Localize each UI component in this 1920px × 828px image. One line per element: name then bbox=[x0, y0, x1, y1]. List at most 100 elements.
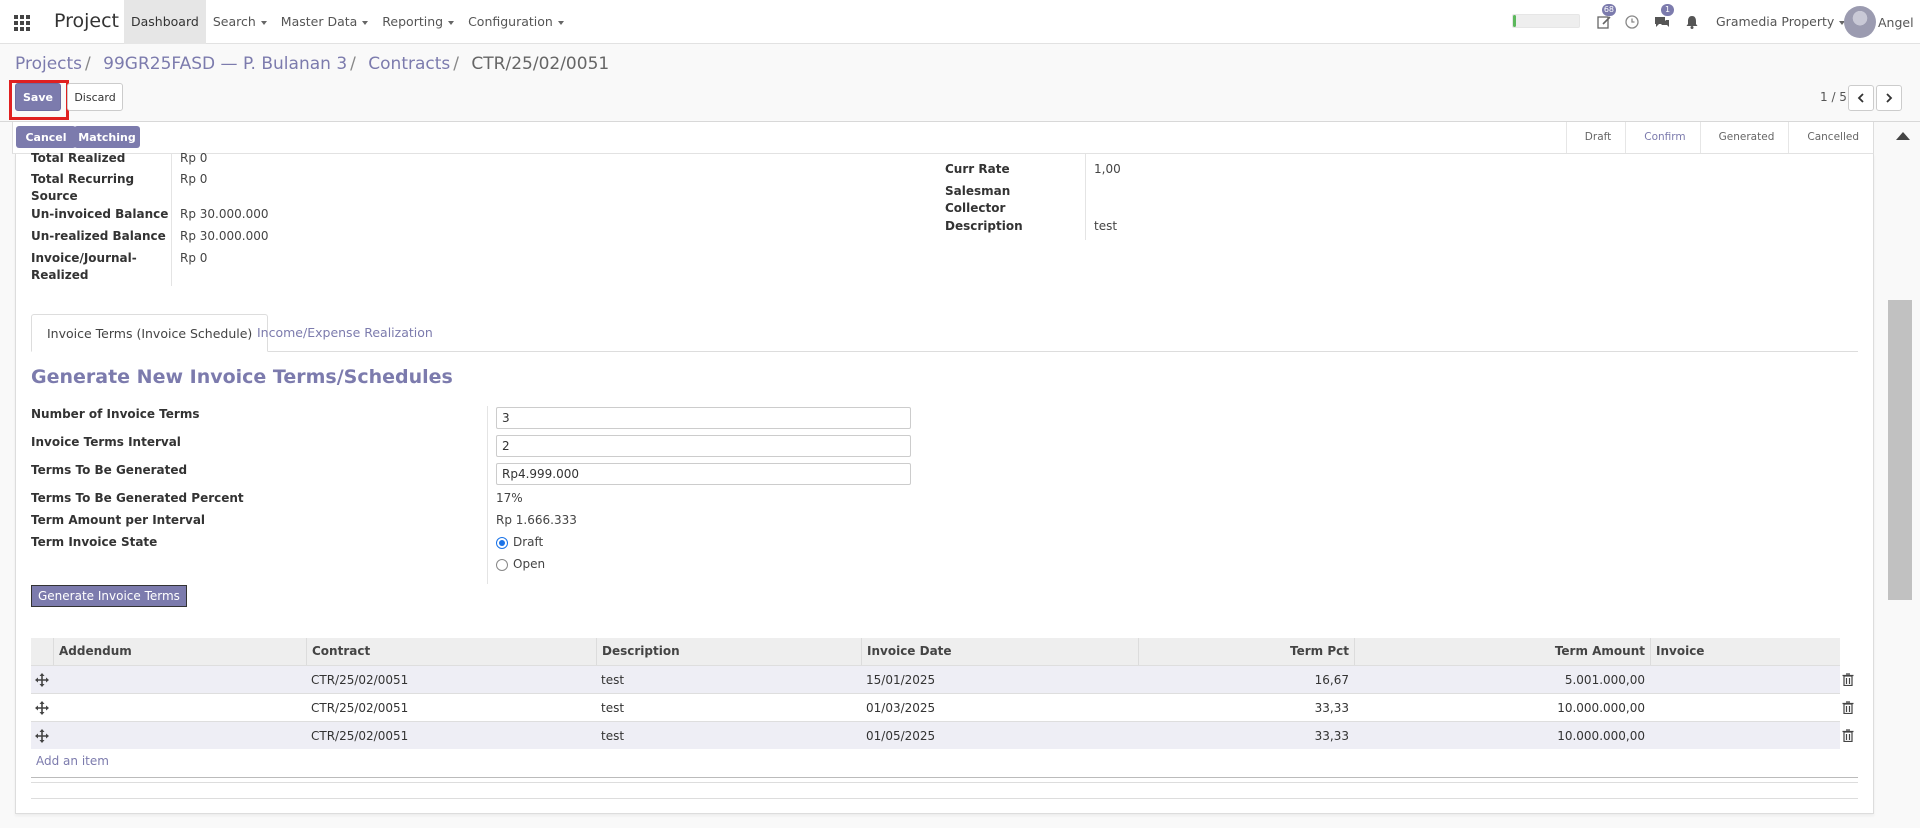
cell-addendum bbox=[53, 694, 63, 722]
curr-rate-label: Curr Rate bbox=[945, 162, 1010, 176]
state-open-label[interactable]: Open bbox=[513, 556, 545, 573]
table-footer-line bbox=[31, 798, 1858, 799]
breadcrumb-current: CTR/25/02/0051 bbox=[471, 54, 610, 74]
breadcrumb-projects[interactable]: Projects bbox=[15, 54, 82, 74]
caret-down-icon bbox=[448, 20, 455, 25]
description-label: Description bbox=[945, 219, 1023, 233]
discard-button[interactable]: Discard bbox=[67, 83, 123, 111]
company-switcher[interactable]: Gramedia Property bbox=[1716, 14, 1846, 29]
scrollbar-thumb[interactable] bbox=[1888, 300, 1912, 600]
breadcrumb-project[interactable]: 99GR25FASD — P. Bulanan 3 bbox=[103, 54, 347, 74]
bell-icon[interactable] bbox=[1684, 14, 1700, 30]
caret-down-icon bbox=[260, 20, 267, 25]
cell-contract: CTR/25/02/0051 bbox=[311, 729, 409, 743]
cell-description: test bbox=[601, 673, 625, 687]
table-footer-line bbox=[31, 777, 1858, 778]
trash-icon[interactable] bbox=[1842, 701, 1854, 714]
uninvoiced-balance-value: Rp 30.000.000 bbox=[180, 207, 269, 221]
menu-reporting[interactable]: Reporting bbox=[375, 0, 461, 44]
activity-badge: 68 bbox=[1601, 4, 1616, 16]
clock-icon[interactable] bbox=[1624, 14, 1640, 30]
scroll-up-arrow-icon[interactable] bbox=[1896, 132, 1910, 140]
drag-handle-icon[interactable] bbox=[35, 701, 49, 715]
cell-invoice-date: 01/03/2025 bbox=[866, 701, 936, 715]
header-term-pct[interactable]: Term Pct bbox=[1138, 638, 1354, 665]
menu-search[interactable]: Search bbox=[206, 0, 274, 44]
header-invoice[interactable]: Invoice bbox=[1650, 638, 1840, 665]
cell-term-pct: 33,33 bbox=[1314, 729, 1349, 743]
status-bar: Cancel Matching Draft Confirm Generated … bbox=[12, 122, 1874, 154]
invoice-terms-interval-input[interactable] bbox=[496, 435, 911, 457]
cell-term-amount: 10.000.000,00 bbox=[1557, 701, 1645, 715]
number-of-invoice-terms-input[interactable] bbox=[496, 407, 911, 429]
cell-term-pct: 33,33 bbox=[1314, 701, 1349, 715]
separator bbox=[171, 154, 172, 286]
cell-invoice bbox=[1650, 666, 1660, 694]
cell-term-amount: 10.000.000,00 bbox=[1557, 729, 1645, 743]
breadcrumb: Projects/ 99GR25FASD — P. Bulanan 3/ Con… bbox=[15, 54, 610, 74]
menu-dashboard[interactable]: Dashboard bbox=[124, 0, 206, 44]
header-contract[interactable]: Contract bbox=[306, 638, 596, 665]
stage-cancelled[interactable]: Cancelled bbox=[1788, 122, 1873, 153]
cancel-button[interactable]: Cancel bbox=[16, 126, 76, 148]
state-draft-label[interactable]: Draft bbox=[513, 534, 543, 551]
tab-income-expense-realization[interactable]: Income/Expense Realization bbox=[242, 314, 448, 352]
breadcrumb-contracts[interactable]: Contracts bbox=[368, 54, 450, 74]
menu-master-data[interactable]: Master Data bbox=[274, 0, 376, 44]
save-highlight-box bbox=[9, 80, 69, 120]
cell-invoice bbox=[1650, 694, 1660, 722]
apps-grid-icon[interactable] bbox=[14, 15, 30, 31]
stage-generated[interactable]: Generated bbox=[1699, 122, 1789, 153]
table-row[interactable]: CTR/25/02/0051 test 01/03/2025 33,33 10.… bbox=[31, 693, 1854, 722]
menu-configuration[interactable]: Configuration bbox=[461, 0, 571, 44]
cell-contract: CTR/25/02/0051 bbox=[311, 673, 409, 687]
user-name[interactable]: Angel bbox=[1878, 15, 1914, 30]
cell-contract: CTR/25/02/0051 bbox=[311, 701, 409, 715]
header-description[interactable]: Description bbox=[596, 638, 861, 665]
trash-icon[interactable] bbox=[1842, 729, 1854, 742]
activity-edit-icon[interactable]: 68 bbox=[1596, 4, 1616, 30]
top-navbar: Project Dashboard Search Master Data Rep… bbox=[0, 0, 1920, 44]
invoice-terms-interval-label: Invoice Terms Interval bbox=[31, 435, 181, 449]
user-avatar[interactable] bbox=[1844, 6, 1876, 38]
cell-addendum bbox=[53, 722, 63, 750]
matching-button[interactable]: Matching bbox=[74, 126, 140, 148]
term-amount-label: Term Amount per Interval bbox=[31, 513, 206, 527]
drag-handle-icon[interactable] bbox=[35, 729, 49, 743]
drag-handle-icon[interactable] bbox=[35, 673, 49, 687]
tab-invoice-terms[interactable]: Invoice Terms (Invoice Schedule) bbox=[31, 314, 269, 352]
pager-previous-button[interactable] bbox=[1848, 85, 1874, 111]
section-title: Generate New Invoice Terms/Schedules bbox=[31, 366, 453, 388]
unrealized-balance-label: Un-realized Balance bbox=[31, 229, 166, 243]
terms-to-be-generated-input[interactable] bbox=[496, 463, 911, 485]
pager-value[interactable]: 1 / 5 bbox=[1820, 90, 1847, 104]
generate-invoice-terms-button[interactable]: Generate Invoice Terms bbox=[31, 585, 187, 607]
total-recurring-source-value: Rp 0 bbox=[180, 172, 208, 186]
control-panel: Projects/ 99GR25FASD — P. Bulanan 3/ Con… bbox=[0, 44, 1920, 122]
messages-badge: 1 bbox=[1661, 4, 1674, 16]
state-open-radio[interactable] bbox=[496, 559, 508, 571]
add-an-item-link[interactable]: Add an item bbox=[36, 754, 109, 768]
number-of-invoice-terms-label: Number of Invoice Terms bbox=[31, 407, 200, 421]
table-row[interactable]: CTR/25/02/0051 test 15/01/2025 16,67 5.0… bbox=[31, 665, 1854, 694]
pager-next-button[interactable] bbox=[1876, 85, 1902, 111]
terms-percent-value: 17% bbox=[496, 491, 523, 505]
header-invoice-date[interactable]: Invoice Date bbox=[861, 638, 1138, 665]
table-footer-line bbox=[31, 782, 1858, 783]
cell-description: test bbox=[601, 729, 625, 743]
state-draft-radio[interactable] bbox=[496, 537, 508, 549]
curr-rate-value: 1,00 bbox=[1094, 162, 1121, 176]
trash-icon[interactable] bbox=[1842, 673, 1854, 686]
term-invoice-state-label: Term Invoice State bbox=[31, 535, 158, 549]
header-term-amount[interactable]: Term Amount bbox=[1354, 638, 1650, 665]
chat-icon[interactable]: 1 bbox=[1654, 4, 1674, 30]
progress-bar bbox=[1512, 14, 1580, 28]
cell-invoice-date: 01/05/2025 bbox=[866, 729, 936, 743]
app-brand[interactable]: Project bbox=[54, 10, 119, 32]
caret-down-icon bbox=[362, 20, 369, 25]
table-row[interactable]: CTR/25/02/0051 test 01/05/2025 33,33 10.… bbox=[31, 721, 1854, 750]
header-addendum[interactable]: Addendum bbox=[53, 638, 328, 665]
stage-confirm[interactable]: Confirm bbox=[1625, 122, 1699, 153]
cell-addendum bbox=[53, 666, 63, 694]
stage-draft[interactable]: Draft bbox=[1565, 122, 1625, 153]
